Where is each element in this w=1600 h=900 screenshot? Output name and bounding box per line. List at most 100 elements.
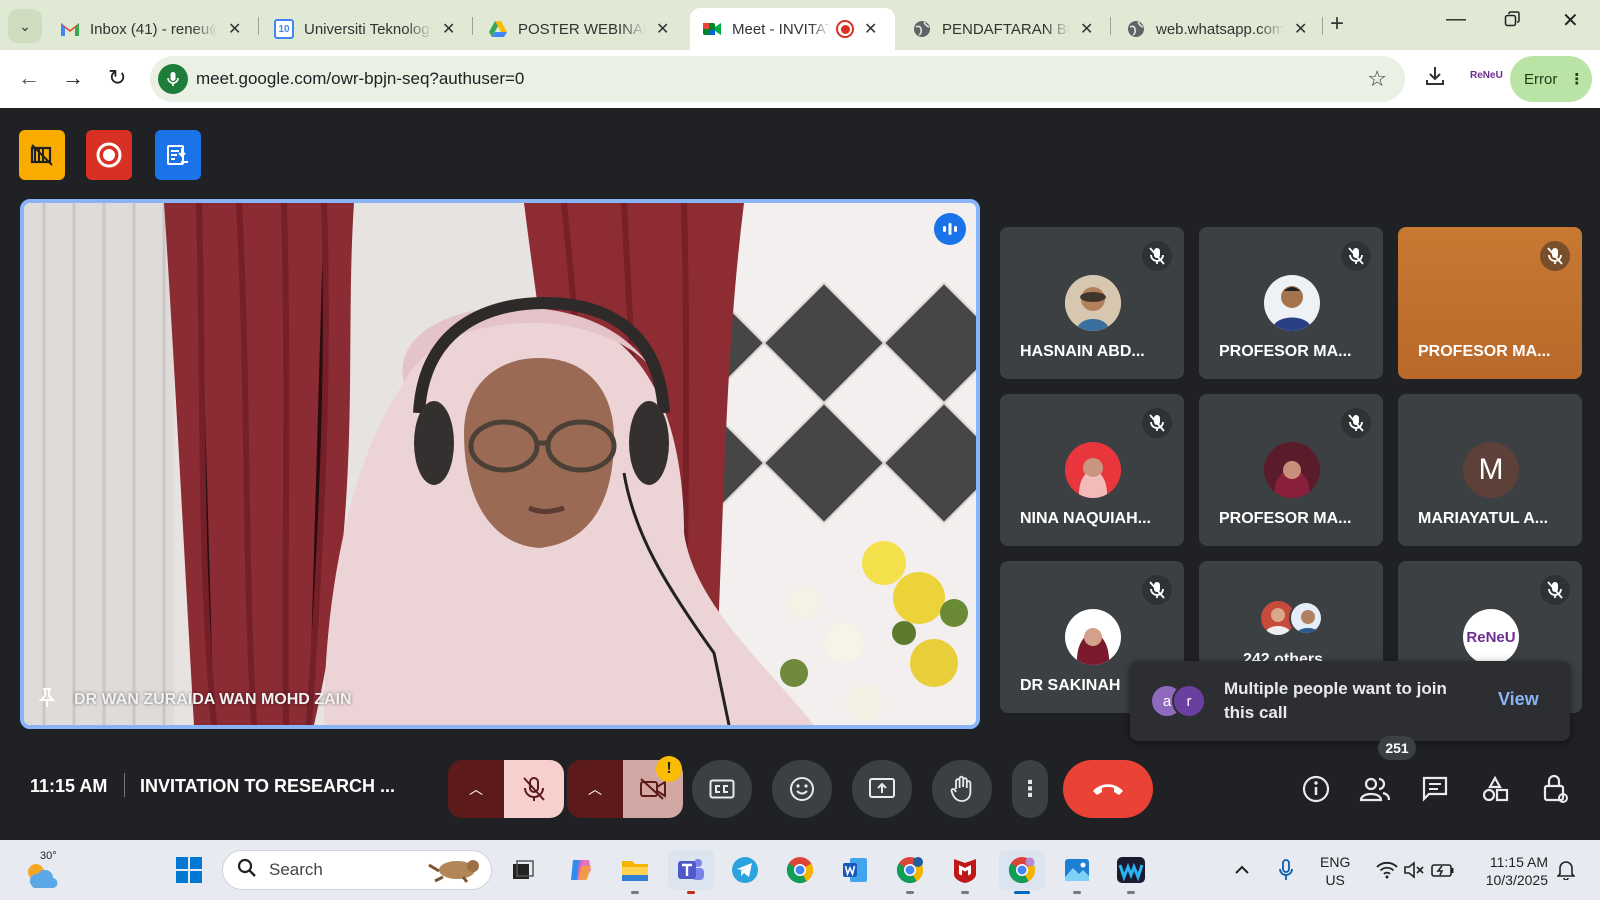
close-icon[interactable]: ✕: [656, 19, 669, 39]
close-icon[interactable]: ✕: [442, 19, 455, 39]
tab-poster-webinar[interactable]: POSTER WEBINAR ✕: [476, 8, 681, 50]
close-icon[interactable]: ✕: [228, 19, 241, 39]
chevron-up-icon[interactable]: ︿: [567, 760, 623, 818]
input-language[interactable]: ENG US: [1320, 853, 1350, 889]
captions-button[interactable]: [692, 760, 752, 818]
participant-tile[interactable]: HASNAIN ABD...: [1000, 227, 1184, 379]
restore-icon[interactable]: [1504, 10, 1520, 33]
close-window-icon[interactable]: ✕: [1562, 8, 1579, 33]
new-tab-button[interactable]: +: [1330, 10, 1344, 38]
notification-bell-icon[interactable]: [1554, 850, 1578, 890]
battery-charging-icon[interactable]: [1430, 850, 1456, 890]
chrome-icon[interactable]: [780, 850, 820, 890]
system-clock[interactable]: 11:15 AM 10/3/2025: [1476, 853, 1548, 889]
raise-hand-button[interactable]: [932, 760, 992, 818]
file-explorer-icon[interactable]: [615, 850, 655, 894]
chat-icon[interactable]: [1418, 772, 1452, 806]
mic-off-icon: [1341, 408, 1371, 438]
tab-search-button[interactable]: ⌄: [8, 9, 42, 43]
mcafee-icon[interactable]: [945, 850, 985, 894]
running-indicator: [906, 891, 914, 894]
tab-universiti[interactable]: 10 Universiti Teknologi ✕: [262, 8, 467, 50]
region-code: US: [1325, 872, 1345, 888]
copilot-icon[interactable]: [561, 850, 601, 890]
mic-off-button[interactable]: [504, 760, 564, 818]
view-button[interactable]: View: [1498, 689, 1539, 710]
tab-meet[interactable]: Meet - INVITATION ✕: [690, 8, 895, 50]
telegram-icon[interactable]: [725, 850, 765, 890]
wifi-icon[interactable]: [1374, 850, 1400, 890]
tab-whatsapp[interactable]: web.whatsapp.com ✕: [1114, 8, 1319, 50]
photos-icon[interactable]: [1057, 850, 1097, 894]
close-icon[interactable]: ✕: [1294, 19, 1307, 39]
recording-indicator-icon[interactable]: [86, 130, 132, 180]
avatar-initial: M: [1463, 442, 1519, 498]
webex-icon[interactable]: [1111, 850, 1151, 894]
avatar: [1065, 275, 1121, 331]
chevron-up-icon[interactable]: ︿: [448, 760, 504, 818]
participant-tile[interactable]: M MARIAYATUL A...: [1398, 394, 1582, 546]
temperature-label: 30°: [40, 850, 57, 862]
close-icon[interactable]: ✕: [1080, 19, 1093, 39]
participant-name: PROFESOR MA...: [1219, 343, 1352, 360]
task-view-icon[interactable]: [503, 850, 543, 890]
back-arrow-icon[interactable]: ←: [18, 65, 40, 91]
tab-pendaftaran[interactable]: PENDAFTARAN BU ✕: [900, 8, 1105, 50]
leave-call-button[interactable]: [1063, 760, 1153, 818]
partly-cloudy-icon: [28, 864, 58, 889]
reactions-button[interactable]: [772, 760, 832, 818]
participant-count-badge: 251: [1378, 736, 1416, 760]
running-indicator: [1127, 891, 1135, 894]
chrome-profile-icon[interactable]: [890, 850, 930, 894]
no-video-overlay-icon[interactable]: [19, 130, 65, 180]
microphone-icon[interactable]: [158, 64, 188, 94]
pin-icon[interactable]: [36, 686, 58, 713]
meeting-info-icon[interactable]: [1299, 772, 1333, 806]
participant-tile[interactable]: PROFESOR MA...: [1398, 227, 1582, 379]
profile-error-button[interactable]: Error ⋮: [1510, 56, 1592, 102]
present-icon: [869, 778, 895, 798]
gmail-icon: [60, 19, 80, 39]
participant-tile[interactable]: PROFESOR MA...: [1199, 227, 1383, 379]
avatar: r: [1172, 684, 1206, 718]
weather-widget[interactable]: 30°: [22, 850, 66, 890]
microphone-icon[interactable]: [1274, 850, 1298, 890]
download-icon[interactable]: [1424, 65, 1446, 93]
address-bar[interactable]: meet.google.com/owr-bpjn-seq?authuser=0 …: [150, 56, 1405, 102]
present-screen-button[interactable]: [852, 760, 912, 818]
meeting-clock: 11:15 AM: [30, 776, 108, 796]
minimize-icon[interactable]: —: [1446, 8, 1466, 31]
more-options-button[interactable]: ⋮: [1012, 760, 1048, 818]
closed-captions-icon: [709, 779, 735, 799]
chevron-up-icon[interactable]: [1230, 850, 1254, 890]
main-speaker-tile[interactable]: DR WAN ZURAIDA WAN MOHD ZAIN: [20, 199, 980, 729]
windows-start-icon[interactable]: [169, 850, 209, 890]
reload-icon[interactable]: ↻: [108, 65, 126, 91]
participant-tile[interactable]: PROFESOR MA...: [1199, 394, 1383, 546]
tab-gmail[interactable]: Inbox (41) - reneu@ ✕: [48, 8, 253, 50]
teams-icon[interactable]: [668, 850, 714, 894]
kebab-menu-icon[interactable]: ⋮: [1569, 70, 1584, 88]
forward-arrow-icon[interactable]: →: [62, 65, 84, 91]
taskbar-search-box[interactable]: Search: [222, 850, 492, 890]
participant-name: DR SAKINAH: [1020, 677, 1121, 694]
volume-muted-icon[interactable]: [1402, 850, 1426, 890]
activities-icon[interactable]: [1478, 772, 1512, 806]
avatar: [1065, 609, 1121, 665]
host-controls-icon[interactable]: [1538, 772, 1572, 806]
word-icon[interactable]: [835, 850, 875, 890]
phone-hangup-icon: [1093, 784, 1123, 795]
participant-tile[interactable]: NINA NAQUIAH...: [1000, 394, 1184, 546]
hand-icon: [950, 775, 972, 802]
transcript-icon[interactable]: [155, 130, 201, 180]
clock-date: 10/3/2025: [1485, 872, 1548, 888]
reneu-extension-icon[interactable]: ReNeU: [1470, 70, 1503, 81]
bookmark-star-icon[interactable]: ☆: [1367, 66, 1387, 92]
tab-title: PENDAFTARAN BU: [942, 20, 1070, 38]
people-icon[interactable]: [1358, 772, 1392, 806]
close-icon[interactable]: ✕: [864, 19, 877, 39]
camera-warning-badge: !: [656, 756, 682, 782]
url-text[interactable]: meet.google.com/owr-bpjn-seq?authuser=0: [196, 69, 524, 89]
chrome-active-icon[interactable]: [999, 850, 1045, 894]
browser-toolbar: ← → ↻ meet.google.com/owr-bpjn-seq?authu…: [0, 50, 1600, 108]
